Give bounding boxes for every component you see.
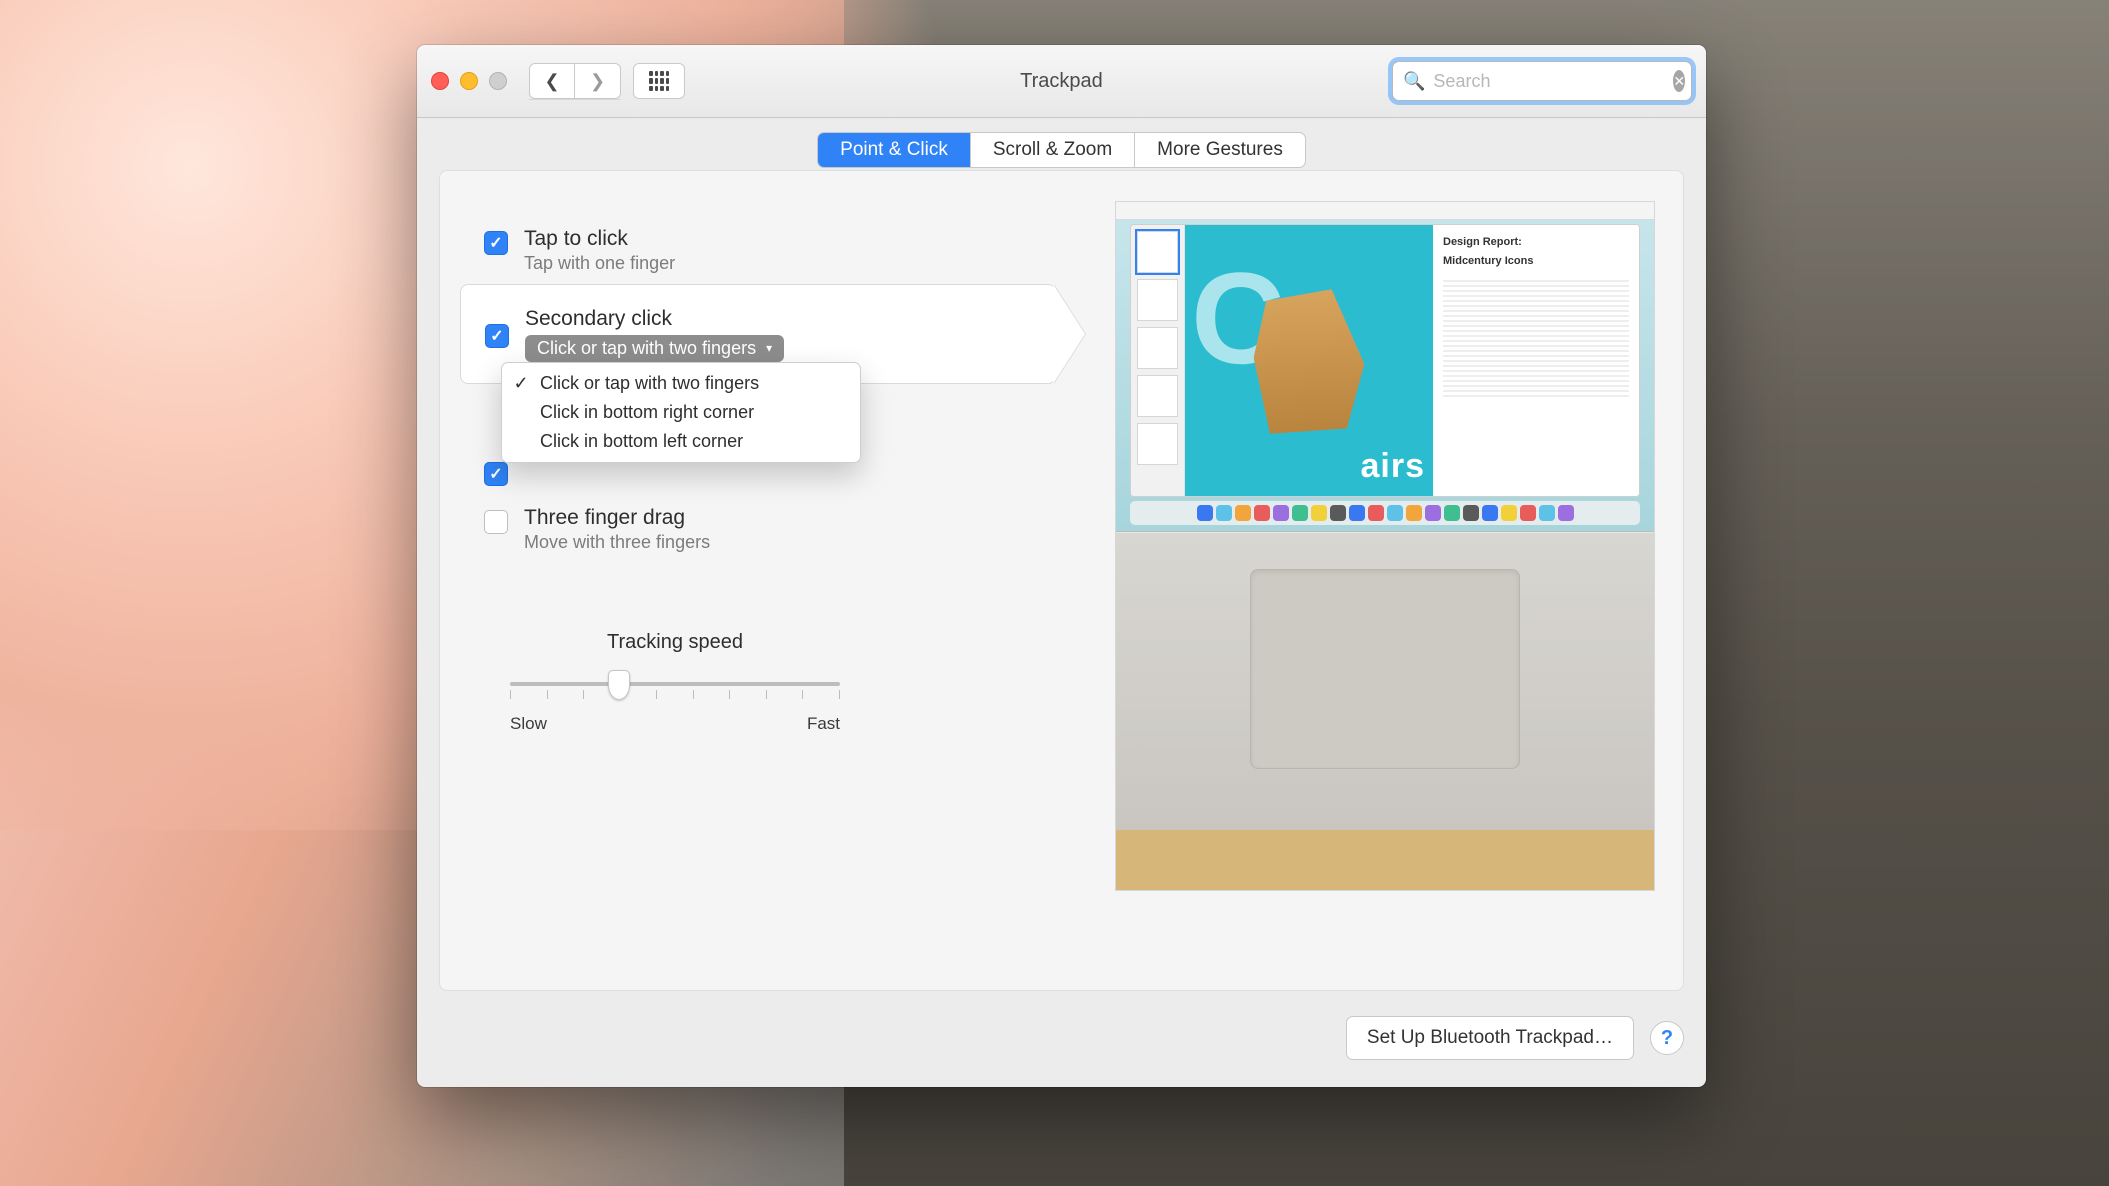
nav-back-forward: ❮ ❯ (529, 63, 621, 99)
back-button[interactable]: ❮ (529, 63, 575, 99)
tracking-speed-label: Tracking speed (510, 631, 840, 654)
option-three-finger-drag[interactable]: Three finger drag Move with three finger… (460, 496, 1056, 563)
option-subtitle: Move with three fingers (524, 532, 710, 553)
gesture-preview: C airs Design Report: Midcentury Icons (1115, 201, 1655, 891)
prefs-window: ❮ ❯ Trackpad 🔍 ✕ Point & Click Scroll & … (417, 45, 1706, 1087)
search-field[interactable]: 🔍 ✕ (1392, 61, 1692, 101)
search-input[interactable] (1433, 71, 1665, 92)
grid-icon (649, 71, 669, 91)
option-subtitle: Tap with one finger (524, 253, 675, 274)
search-icon: 🔍 (1403, 71, 1425, 92)
option-title: Three finger drag (524, 506, 710, 530)
tab-scroll-zoom[interactable]: Scroll & Zoom (971, 133, 1135, 167)
slider-min-label: Slow (510, 714, 547, 734)
window-controls (431, 72, 507, 90)
tab-bar: Point & Click Scroll & Zoom More Gesture… (417, 132, 1706, 168)
menu-item-two-fingers[interactable]: ✓ Click or tap with two fingers (502, 369, 860, 398)
close-window-button[interactable] (431, 72, 449, 90)
tab-more-gestures[interactable]: More Gestures (1135, 133, 1305, 167)
tab-point-click[interactable]: Point & Click (818, 133, 971, 167)
menu-item-bottom-left[interactable]: Click in bottom left corner (502, 427, 860, 456)
chevron-right-icon: ❯ (590, 71, 605, 92)
popup-label: Click or tap with two fingers (537, 338, 756, 359)
help-icon: ? (1661, 1027, 1673, 1050)
chevron-left-icon: ❮ (544, 71, 559, 92)
chevron-down-icon: ▾ (766, 341, 772, 355)
preview-laptop-body (1116, 532, 1654, 890)
preview-trackpad (1250, 569, 1520, 769)
show-all-button[interactable] (633, 63, 685, 99)
secondary-click-popup[interactable]: Click or tap with two fingers ▾ (525, 335, 784, 362)
checkbox-look-up[interactable] (484, 462, 508, 486)
content-panel: Tap to click Tap with one finger Seconda… (439, 170, 1684, 991)
option-tap-to-click[interactable]: Tap to click Tap with one finger (460, 217, 1056, 284)
titlebar: ❮ ❯ Trackpad 🔍 ✕ (417, 45, 1706, 118)
option-title: Tap to click (524, 227, 675, 251)
zoom-window-button[interactable] (489, 72, 507, 90)
menu-item-bottom-right[interactable]: Click in bottom right corner (502, 398, 860, 427)
setup-bluetooth-trackpad-button[interactable]: Set Up Bluetooth Trackpad… (1346, 1016, 1634, 1060)
secondary-click-menu: ✓ Click or tap with two fingers Click in… (501, 362, 861, 463)
preview-screen: C airs Design Report: Midcentury Icons (1116, 202, 1654, 532)
checkbox-three-finger-drag[interactable] (484, 510, 508, 534)
option-title: Secondary click (525, 307, 784, 331)
tracking-speed-slider[interactable] (510, 670, 840, 704)
minimize-window-button[interactable] (460, 72, 478, 90)
checkbox-tap-to-click[interactable] (484, 231, 508, 255)
options-list: Tap to click Tap with one finger Seconda… (460, 217, 1056, 563)
clear-search-button[interactable]: ✕ (1673, 70, 1685, 92)
slider-max-label: Fast (807, 714, 840, 734)
forward-button[interactable]: ❯ (575, 63, 621, 99)
help-button[interactable]: ? (1650, 1021, 1684, 1055)
footer: Set Up Bluetooth Trackpad… ? (439, 1011, 1684, 1065)
checkmark-icon: ✓ (512, 373, 530, 394)
checkbox-secondary-click[interactable] (485, 324, 509, 348)
option-secondary-click[interactable]: Secondary click Click or tap with two fi… (460, 284, 1056, 384)
slider-knob[interactable] (608, 670, 630, 700)
tracking-speed: Tracking speed Slow Fast (510, 631, 840, 734)
